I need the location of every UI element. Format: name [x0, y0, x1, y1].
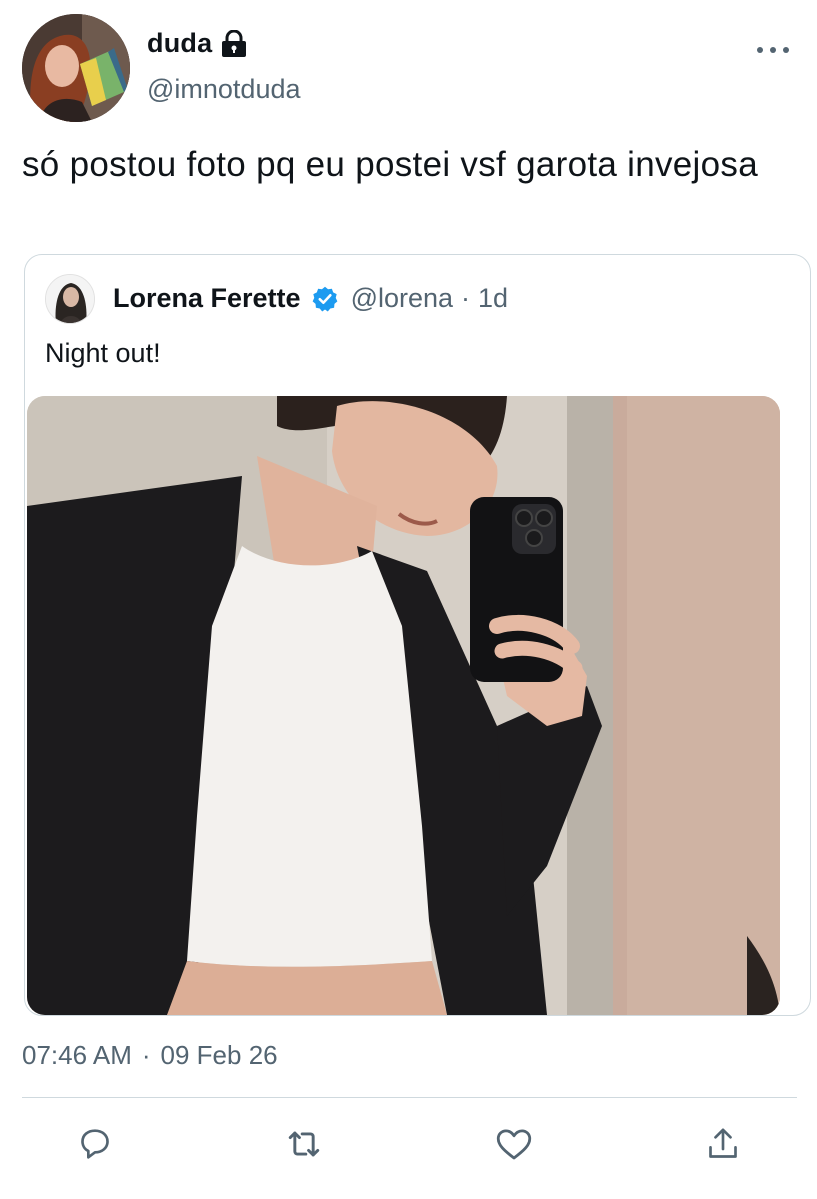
author-display-name[interactable]: duda — [147, 28, 212, 59]
photo-image — [27, 396, 780, 1015]
action-bar — [0, 1122, 817, 1174]
more-dot — [783, 47, 789, 53]
reply-icon — [75, 1124, 115, 1164]
quoted-author-name: Lorena Ferette — [113, 283, 301, 313]
quoted-author-avatar[interactable] — [45, 274, 95, 324]
author-avatar[interactable] — [22, 14, 130, 122]
share-icon — [703, 1124, 743, 1164]
reply-button[interactable] — [73, 1122, 117, 1166]
quoted-tweet-card[interactable]: Lorena Ferette @lorena · 1d Night out! — [24, 254, 811, 1016]
more-dot — [757, 47, 763, 53]
timestamp-time: 07:46 AM — [22, 1040, 132, 1070]
author-name-row: duda — [147, 28, 248, 59]
author-avatar-photo — [22, 14, 130, 122]
tweet-text: só postou foto pq eu postei vsf garota i… — [22, 145, 758, 184]
share-button[interactable] — [701, 1122, 745, 1166]
quoted-tweet-age: 1d — [478, 283, 509, 313]
quoted-author-avatar-photo — [46, 275, 94, 323]
more-icon[interactable] — [757, 38, 789, 62]
author-handle[interactable]: @imnotduda — [147, 74, 301, 105]
retweet-button[interactable] — [282, 1122, 326, 1166]
more-dot — [770, 47, 776, 53]
quoted-tweet-photo[interactable] — [27, 396, 780, 1015]
timestamp-date: 09 Feb 26 — [160, 1040, 278, 1070]
quoted-separator: · — [461, 283, 471, 313]
divider — [22, 1097, 797, 1098]
lock-icon — [220, 29, 248, 58]
verified-badge-icon — [311, 285, 339, 313]
like-button[interactable] — [492, 1122, 536, 1166]
timestamp-separator: · — [141, 1040, 151, 1070]
tweet-timestamp: 07:46 AM · 09 Feb 26 — [22, 1040, 278, 1071]
retweet-icon — [282, 1122, 326, 1166]
quoted-tweet-header: Lorena Ferette @lorena · 1d — [113, 283, 508, 314]
heart-icon — [493, 1123, 535, 1165]
quoted-tweet-text: Night out! — [45, 338, 161, 368]
quoted-author-handle: @lorena — [350, 283, 454, 313]
